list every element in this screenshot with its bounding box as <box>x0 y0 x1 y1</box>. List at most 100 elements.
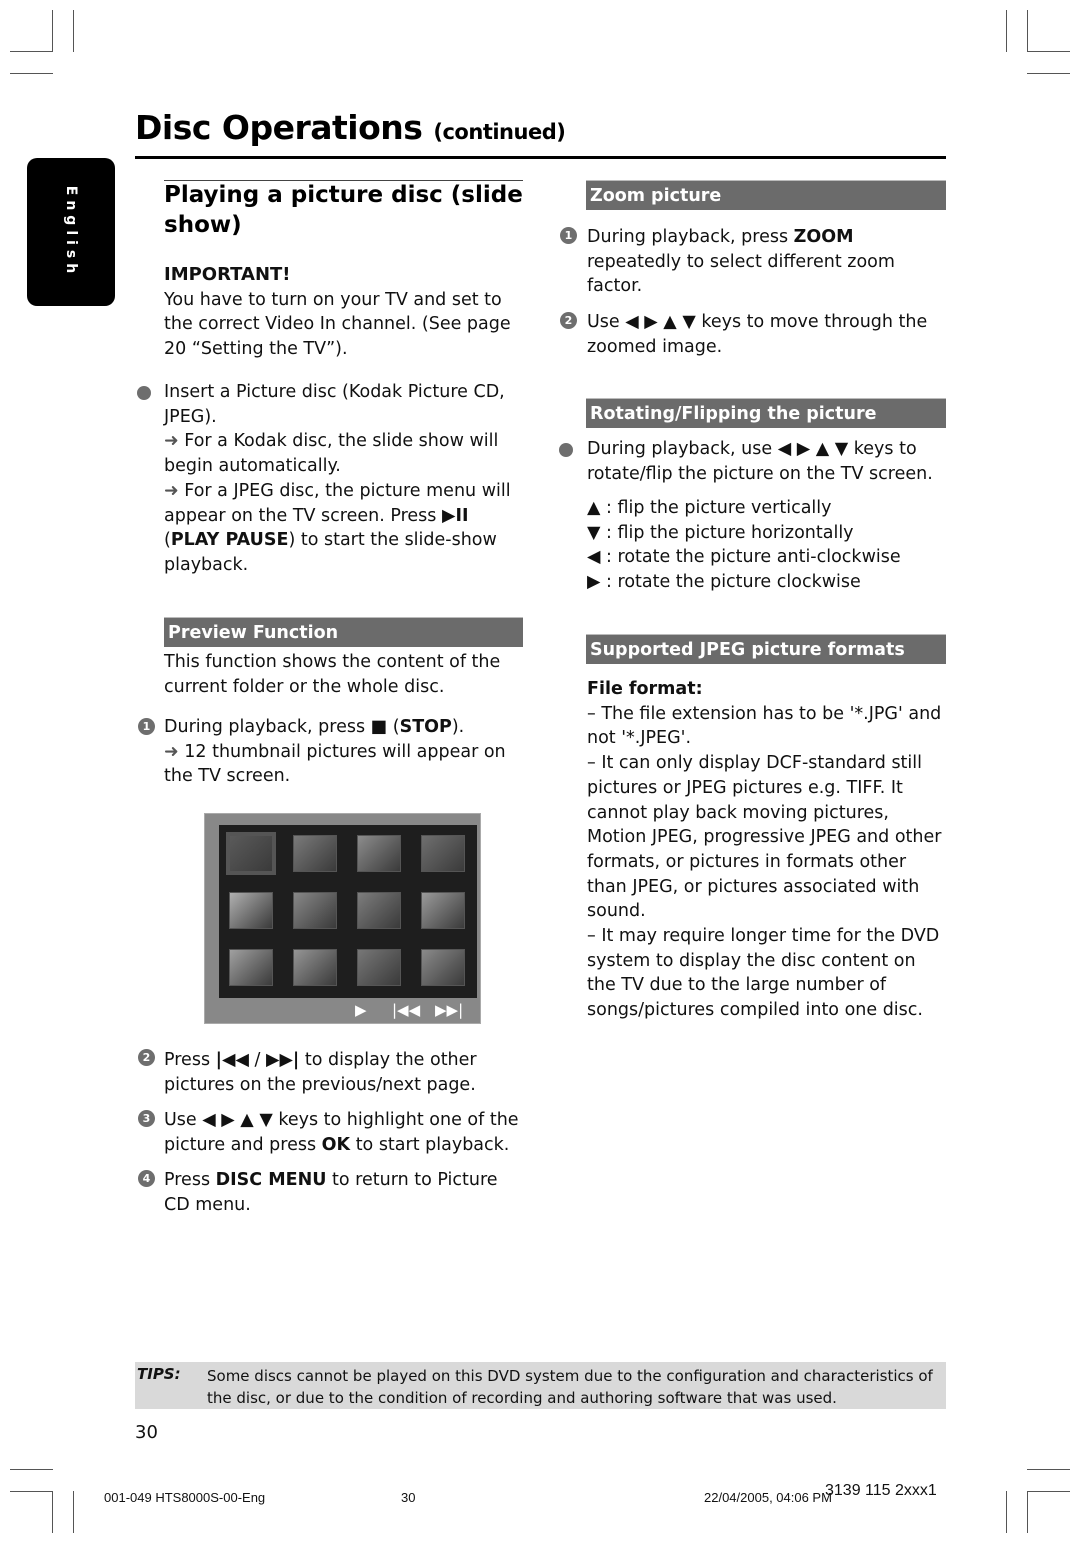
file-format-label: File format: <box>587 679 703 699</box>
zoom-label: ZOOM <box>793 227 854 247</box>
step4-post: to return to Picture CD menu. <box>164 1170 498 1215</box>
thumbnail <box>357 892 401 929</box>
result-arrow-icon: ➜ <box>164 480 179 501</box>
rotate-item: ▲ : flip the picture vertically <box>587 496 947 521</box>
tips-label: TIPS: <box>137 1365 181 1383</box>
thumbnail <box>293 892 337 929</box>
important-label: IMPORTANT! <box>164 264 291 285</box>
crop-mark <box>52 10 53 52</box>
thumbnail <box>229 892 273 929</box>
play-pause-icon: ▶II <box>442 505 469 526</box>
result-arrow-icon: ➜ <box>164 431 179 452</box>
jpeg-formats-heading: Supported JPEG picture formats <box>586 634 946 664</box>
zoom-step-1: During playback, press ZOOM repeatedly t… <box>587 225 947 299</box>
rotate-key-list: ▲ : flip the picture vertically ▼ : flip… <box>587 496 947 595</box>
rotate-flip-heading: Rotating/Flipping the picture <box>586 398 946 428</box>
next-icon: ▶▶| <box>265 1050 300 1070</box>
footer-page: 30 <box>401 1490 416 1505</box>
step-2-icon: 2 <box>138 1049 155 1066</box>
zoom-picture-heading: Zoom picture <box>586 180 946 210</box>
crop-mark <box>73 1491 74 1533</box>
crop-mark <box>10 73 53 74</box>
footer-timestamp: 22/04/2005, 04:06 PM <box>704 1490 832 1505</box>
arrow-left-icon: ◀ <box>587 547 601 568</box>
format-item: – It can only display DCF-standard still… <box>587 753 942 922</box>
step3-post: to start playback. <box>355 1134 510 1155</box>
crop-mark <box>10 1469 53 1470</box>
crop-mark <box>1027 1491 1028 1533</box>
next-icon: ▶▶| <box>435 1001 464 1019</box>
thumbnail <box>229 949 273 986</box>
thumbnail <box>421 949 465 986</box>
rotate-item-text: : rotate the picture anti-clockwise <box>606 547 901 568</box>
step2-post: to display the other pictures on the pre… <box>164 1050 477 1095</box>
bullet-icon <box>137 386 151 400</box>
rotate-bullet: During playback, use ◀ ▶ ▲ ▼ keys to rot… <box>587 437 947 486</box>
result-arrow-icon: ➜ <box>164 741 179 762</box>
step1-result: 12 thumbnail pictures will appear on the… <box>164 741 506 787</box>
rotate-item: ▶ : rotate the picture clockwise <box>587 570 947 595</box>
rotate-item: ◀ : rotate the picture anti-clockwise <box>587 545 947 570</box>
crop-mark <box>52 1491 53 1533</box>
crop-mark <box>1027 10 1028 52</box>
arrow-down-icon: ▼ <box>587 522 601 543</box>
crop-mark <box>10 51 53 52</box>
rotate-item-text: : rotate the picture clockwise <box>606 572 861 593</box>
thumbnail <box>293 949 337 986</box>
bullet-icon <box>559 443 573 457</box>
step-3-icon: 3 <box>138 1110 155 1127</box>
play-icon: ▶ <box>355 1001 367 1019</box>
language-tab-label: English <box>63 185 79 279</box>
section-playing-picture-disc: Playing a picture disc (slide show) IMPO… <box>164 180 524 362</box>
crop-mark <box>1027 1491 1070 1492</box>
play-pause-label: PLAY PAUSE <box>170 530 289 551</box>
step-1-icon: 1 <box>560 227 577 244</box>
language-tab: English <box>27 158 115 306</box>
ok-label: OK <box>321 1134 351 1155</box>
preview-function-heading: Preview Function <box>164 617 523 647</box>
stop-label: STOP <box>399 717 452 737</box>
section-title: Playing a picture disc (slide show) <box>164 182 523 238</box>
zoom-step1-post: repeatedly to select different zoom fact… <box>587 251 895 297</box>
zoom-step-2: Use ◀ ▶ ▲ ▼ keys to move through the zoo… <box>587 310 947 359</box>
stop-icon: ■ <box>370 717 388 737</box>
insert-disc-text: Insert a Picture disc (Kodak Picture CD,… <box>164 382 505 427</box>
step4-pre: Press <box>164 1170 211 1190</box>
crop-mark <box>73 10 74 52</box>
thumbnail-grid <box>219 825 477 998</box>
crop-mark <box>1027 1469 1070 1470</box>
rotate-item: ▼ : flip the picture horizontally <box>587 521 947 546</box>
page-title: Disc Operations (continued) <box>135 108 566 147</box>
title-divider <box>135 156 946 159</box>
thumbnail <box>421 892 465 929</box>
page-number: 30 <box>135 1422 158 1443</box>
previous-icon: |◀◀ <box>392 1001 421 1019</box>
tips-box: TIPS: Some discs cannot be played on thi… <box>135 1362 946 1409</box>
crop-mark <box>1006 1491 1007 1533</box>
zoom-step2-text: Use ◀ ▶ ▲ ▼ keys to move through the zoo… <box>587 312 928 357</box>
step2-pre: Press <box>164 1050 211 1070</box>
previous-icon: |◀◀ <box>215 1050 249 1070</box>
preview-step-2: Press |◀◀ / ▶▶| to display the other pic… <box>164 1050 477 1095</box>
crop-mark <box>10 1491 53 1492</box>
preview-step-3: Use ◀ ▶ ▲ ▼ keys to highlight one of the… <box>164 1108 524 1157</box>
thumbnail <box>357 949 401 986</box>
result-kodak: For a Kodak disc, the slide show will be… <box>164 431 499 477</box>
page-title-suffix: (continued) <box>433 120 566 144</box>
arrow-up-icon: ▲ <box>587 498 601 518</box>
footer-code: 3139 115 2xxx1 <box>825 1482 937 1499</box>
rotate-item-text: : flip the picture vertically <box>606 498 832 518</box>
zoom-step1-pre: During playback, press <box>587 227 789 247</box>
thumbnail <box>421 835 465 872</box>
step1-pre: During playback, press <box>164 717 366 737</box>
preview-step-4: Press DISC MENU to return to Picture CD … <box>164 1168 524 1217</box>
arrow-right-icon: ▶ <box>587 572 601 593</box>
tips-text: Some discs cannot be played on this DVD … <box>207 1367 933 1407</box>
step-2-icon: 2 <box>560 312 577 329</box>
thumbnail <box>226 832 276 875</box>
disc-menu-label: DISC MENU <box>215 1170 327 1190</box>
jpeg-formats-body: File format: – The file extension has to… <box>587 677 947 1023</box>
rotate-item-text: : flip the picture horizontally <box>606 522 854 543</box>
important-text: You have to turn on your TV and set to t… <box>164 289 511 360</box>
footer-file: 001-049 HTS8000S-00-Eng <box>104 1490 266 1505</box>
